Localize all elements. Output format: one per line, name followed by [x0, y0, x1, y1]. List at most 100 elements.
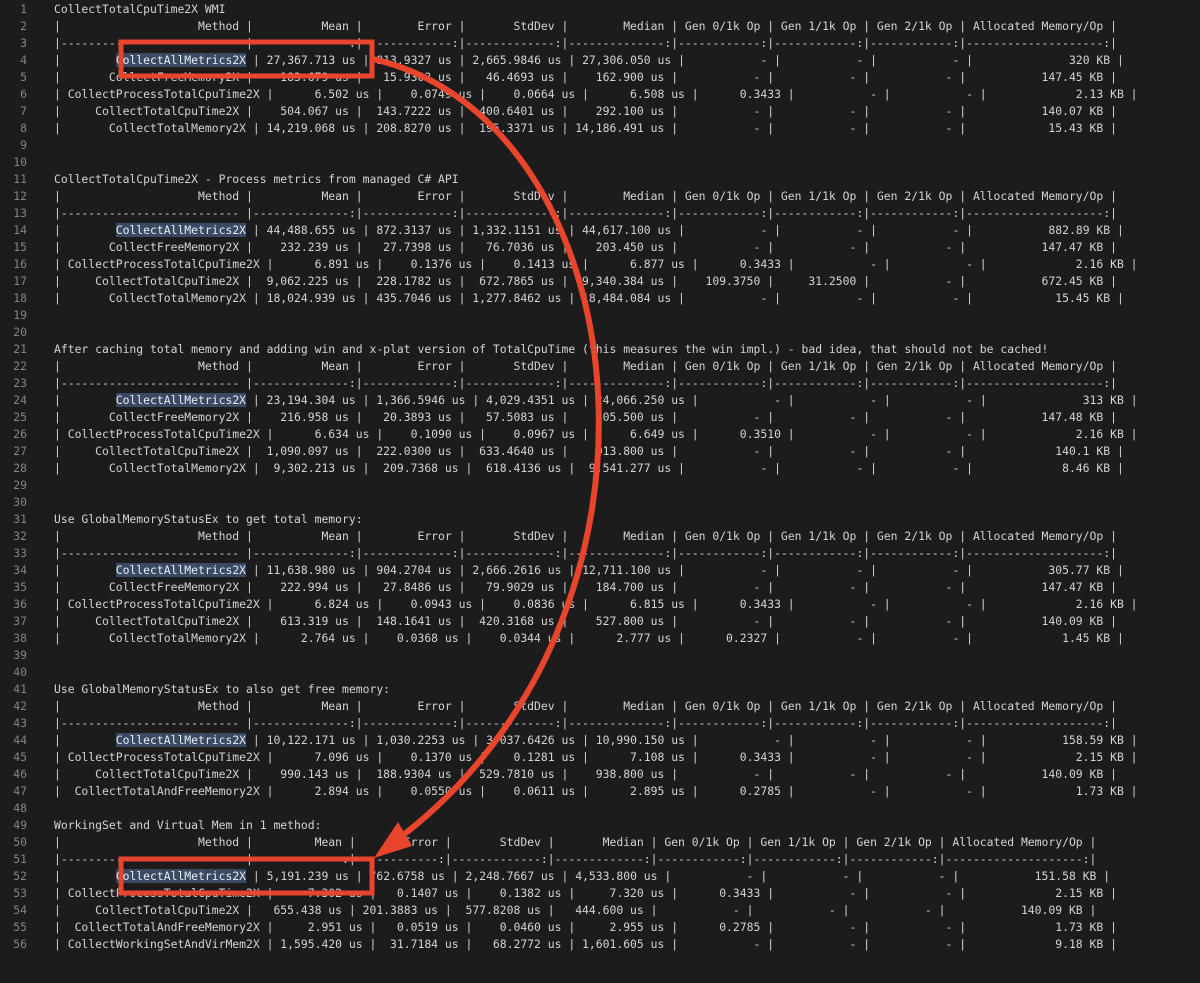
code-text: | CollectAllMetrics2X | 5,191.239 us | 7… — [54, 869, 1111, 883]
line-number: 33 — [13, 546, 27, 560]
code-text: | Method | Mean | Error | StdDev | Media… — [54, 835, 1097, 849]
line-number: 27 — [13, 444, 27, 458]
code-text: | CollectProcessTotalCpuTime2X | 6.891 u… — [54, 257, 1138, 271]
code-text: | CollectTotalCpuTime2X | 613.319 us | 1… — [54, 614, 1117, 628]
search-match-highlight: CollectAllMetrics2X — [115, 733, 247, 747]
line-number: 49 — [13, 818, 27, 832]
line-number: 26 — [13, 427, 27, 441]
line-number: 53 — [13, 886, 27, 900]
code-text: CollectTotalCpuTime2X WMI — [54, 2, 226, 16]
line-number: 52 — [13, 869, 27, 883]
line-number: 39 — [13, 648, 27, 662]
line-number: 56 — [13, 937, 27, 951]
line-number: 54 — [13, 903, 27, 917]
line-number: 19 — [13, 308, 27, 322]
line-number: 42 — [13, 699, 27, 713]
code-text: | Method | Mean | Error | StdDev | Media… — [54, 529, 1117, 543]
line-number: 43 — [13, 716, 27, 730]
code-text: |-------------------------- |-----------… — [54, 206, 1117, 220]
line-number: 14 — [13, 223, 27, 237]
line-number: 50 — [13, 835, 27, 849]
line-number: 31 — [13, 512, 27, 526]
line-number: 47 — [13, 784, 27, 798]
line-number: 1 — [20, 2, 27, 16]
code-text: |-------------------------- |-----------… — [54, 36, 1117, 50]
line-number: 20 — [13, 325, 27, 339]
line-number: 16 — [13, 257, 27, 271]
line-number: 38 — [13, 631, 27, 645]
code-text: CollectTotalCpuTime2X - Process metrics … — [54, 172, 459, 186]
code-text: | CollectProcessTotalCpuTime2X | 6.502 u… — [54, 87, 1138, 101]
line-number: 34 — [13, 563, 27, 577]
code-text: After caching total memory and adding wi… — [54, 342, 1049, 356]
code-text: |-------------------------- |-----------… — [54, 546, 1117, 560]
code-text: | CollectAllMetrics2X | 10,122.171 us | … — [54, 733, 1138, 747]
code-text: | CollectWorkingSetAndVirMem2X | 1,595.4… — [54, 937, 1117, 951]
line-number: 24 — [13, 393, 27, 407]
line-number: 5 — [20, 70, 27, 84]
line-number: 32 — [13, 529, 27, 543]
line-number: 41 — [13, 682, 27, 696]
line-number: 7 — [20, 104, 27, 118]
code-text: | CollectTotalCpuTime2X | 504.067 us | 1… — [54, 104, 1117, 118]
line-number: 4 — [20, 53, 27, 67]
code-text: | CollectAllMetrics2X | 27,367.713 us | … — [54, 53, 1124, 67]
line-number: 37 — [13, 614, 27, 628]
line-number: 35 — [13, 580, 27, 594]
code-text: | CollectTotalCpuTime2X | 655.438 us | 2… — [54, 903, 1097, 917]
code-text: | CollectProcessTotalCpuTime2X | 6.824 u… — [54, 597, 1138, 611]
search-match-highlight: CollectAllMetrics2X — [115, 869, 247, 883]
line-number: 6 — [20, 87, 27, 101]
line-number: 48 — [13, 801, 27, 815]
search-match-highlight: CollectAllMetrics2X — [115, 393, 247, 407]
line-number: 10 — [13, 155, 27, 169]
code-text: |-------------------------- |-----------… — [54, 716, 1117, 730]
line-number: 25 — [13, 410, 27, 424]
code-text: |-------------------------- |-----------… — [54, 852, 1097, 866]
line-number: 2 — [20, 19, 27, 33]
line-number: 23 — [13, 376, 27, 390]
code-text: | Method | Mean | Error | StdDev | Media… — [54, 699, 1117, 713]
line-number: 12 — [13, 189, 27, 203]
line-number: 51 — [13, 852, 27, 866]
line-number: 13 — [13, 206, 27, 220]
code-text: | CollectProcessTotalCpuTime2X | 7.302 u… — [54, 886, 1117, 900]
code-text: | CollectAllMetrics2X | 11,638.980 us | … — [54, 563, 1124, 577]
code-text: | CollectTotalMemory2X | 9,302.213 us | … — [54, 461, 1124, 475]
line-number: 40 — [13, 665, 27, 679]
line-number: 44 — [13, 733, 27, 747]
code-text: | CollectFreeMemory2X | 222.994 us | 27.… — [54, 580, 1117, 594]
line-number: 55 — [13, 920, 27, 934]
code-text: | CollectFreeMemory2X | 183.679 us | 15.… — [54, 70, 1117, 84]
line-number: 3 — [20, 36, 27, 50]
code-text: | CollectFreeMemory2X | 216.958 us | 20.… — [54, 410, 1117, 424]
line-number: 36 — [13, 597, 27, 611]
code-text: | CollectTotalMemory2X | 18,024.939 us |… — [54, 291, 1124, 305]
line-number: 18 — [13, 291, 27, 305]
line-number: 17 — [13, 274, 27, 288]
line-number: 29 — [13, 478, 27, 492]
search-match-highlight: CollectAllMetrics2X — [115, 53, 247, 67]
line-number: 15 — [13, 240, 27, 254]
line-number: 46 — [13, 767, 27, 781]
code-text: | Method | Mean | Error | StdDev | Media… — [54, 189, 1117, 203]
code-text: | CollectTotalCpuTime2X | 9,062.225 us |… — [54, 274, 1117, 288]
line-number: 28 — [13, 461, 27, 475]
line-number: 30 — [13, 495, 27, 509]
code-editor[interactable]: 1 CollectTotalCpuTime2X WMI 2 | Method | Me… — [0, 0, 1200, 983]
code-text: | CollectProcessTotalCpuTime2X | 7.096 u… — [54, 750, 1138, 764]
code-text: | CollectTotalAndFreeMemory2X | 2.894 us… — [54, 784, 1138, 798]
code-text: | CollectTotalMemory2X | 2.764 us | 0.03… — [54, 631, 1124, 645]
search-match-highlight: CollectAllMetrics2X — [115, 563, 247, 577]
line-number: 22 — [13, 359, 27, 373]
line-number: 11 — [13, 172, 27, 186]
line-number: 45 — [13, 750, 27, 764]
search-match-highlight: CollectAllMetrics2X — [115, 223, 247, 237]
code-text: | CollectProcessTotalCpuTime2X | 6.634 u… — [54, 427, 1138, 441]
code-text: | CollectFreeMemory2X | 232.239 us | 27.… — [54, 240, 1117, 254]
code-text: | Method | Mean | Error | StdDev | Media… — [54, 359, 1117, 373]
code-text: | CollectAllMetrics2X | 44,488.655 us | … — [54, 223, 1124, 237]
code-text: | Method | Mean | Error | StdDev | Media… — [54, 19, 1117, 33]
code-text: WorkingSet and Virtual Mem in 1 method: — [54, 818, 322, 832]
line-number: 8 — [20, 121, 27, 135]
